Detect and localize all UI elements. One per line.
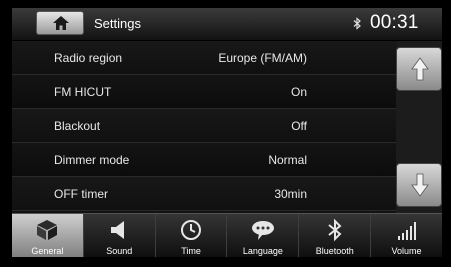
scroll-column xyxy=(396,41,442,213)
arrow-down-icon xyxy=(411,173,429,197)
tab-label: Language xyxy=(242,246,283,256)
tab-time[interactable]: Time xyxy=(156,214,228,257)
tab-language[interactable]: Language xyxy=(227,214,300,257)
setting-label: Dimmer mode xyxy=(54,153,130,167)
tab-sound[interactable]: Sound xyxy=(84,214,156,257)
settings-list: Radio region Europe (FM/AM) FM HICUT On … xyxy=(12,41,396,213)
setting-value: On xyxy=(290,85,307,99)
cube-icon xyxy=(37,220,58,240)
setting-value: Off xyxy=(291,119,307,133)
clock-icon xyxy=(181,220,202,240)
scroll-up-button[interactable] xyxy=(396,47,442,91)
tab-general[interactable]: General xyxy=(12,214,84,257)
home-button[interactable] xyxy=(36,11,84,35)
settings-screen: Settings 00:31 Radio region Europe (FM/A… xyxy=(12,8,442,257)
setting-label: FM HICUT xyxy=(54,85,112,99)
bluetooth-status-icon xyxy=(353,17,361,30)
setting-row-off-timer[interactable]: OFF timer 30min xyxy=(12,177,396,211)
tab-label: Bluetooth xyxy=(315,246,354,256)
setting-row-fm-hicut[interactable]: FM HICUT On xyxy=(12,75,396,109)
setting-row-dimmer-mode[interactable]: Dimmer mode Normal xyxy=(12,143,396,177)
tab-label: Sound xyxy=(106,246,133,256)
setting-row-blackout[interactable]: Blackout Off xyxy=(12,109,396,143)
speaker-icon xyxy=(111,221,125,239)
bluetooth-icon xyxy=(328,218,342,242)
scroll-down-button[interactable] xyxy=(396,163,442,207)
setting-row-radio-region[interactable]: Radio region Europe (FM/AM) xyxy=(12,41,396,75)
setting-label: OFF timer xyxy=(54,187,108,201)
tab-label: Volume xyxy=(391,246,422,256)
tab-label: Time xyxy=(181,246,201,256)
header-bar: Settings 00:31 xyxy=(12,8,442,41)
speech-bubble-icon xyxy=(251,221,274,240)
tab-label: General xyxy=(31,246,64,256)
setting-label: Blackout xyxy=(54,119,101,133)
setting-value: Europe (FM/AM) xyxy=(218,51,307,65)
setting-value: Normal xyxy=(268,153,307,167)
setting-label: Radio region xyxy=(54,51,123,65)
category-tab-bar: General Sound Time Language Bluetooth Vo… xyxy=(12,213,442,257)
volume-bars-icon xyxy=(397,222,416,240)
arrow-up-icon xyxy=(411,57,429,81)
home-icon xyxy=(53,16,69,30)
tab-volume[interactable]: Volume xyxy=(371,214,442,257)
tab-bluetooth[interactable]: Bluetooth xyxy=(299,214,372,257)
head-unit-frame: Settings 00:31 Radio region Europe (FM/A… xyxy=(0,0,451,267)
page-title: Settings xyxy=(94,16,141,31)
setting-value: 30min xyxy=(274,187,307,201)
clock: 00:31 xyxy=(370,12,419,33)
